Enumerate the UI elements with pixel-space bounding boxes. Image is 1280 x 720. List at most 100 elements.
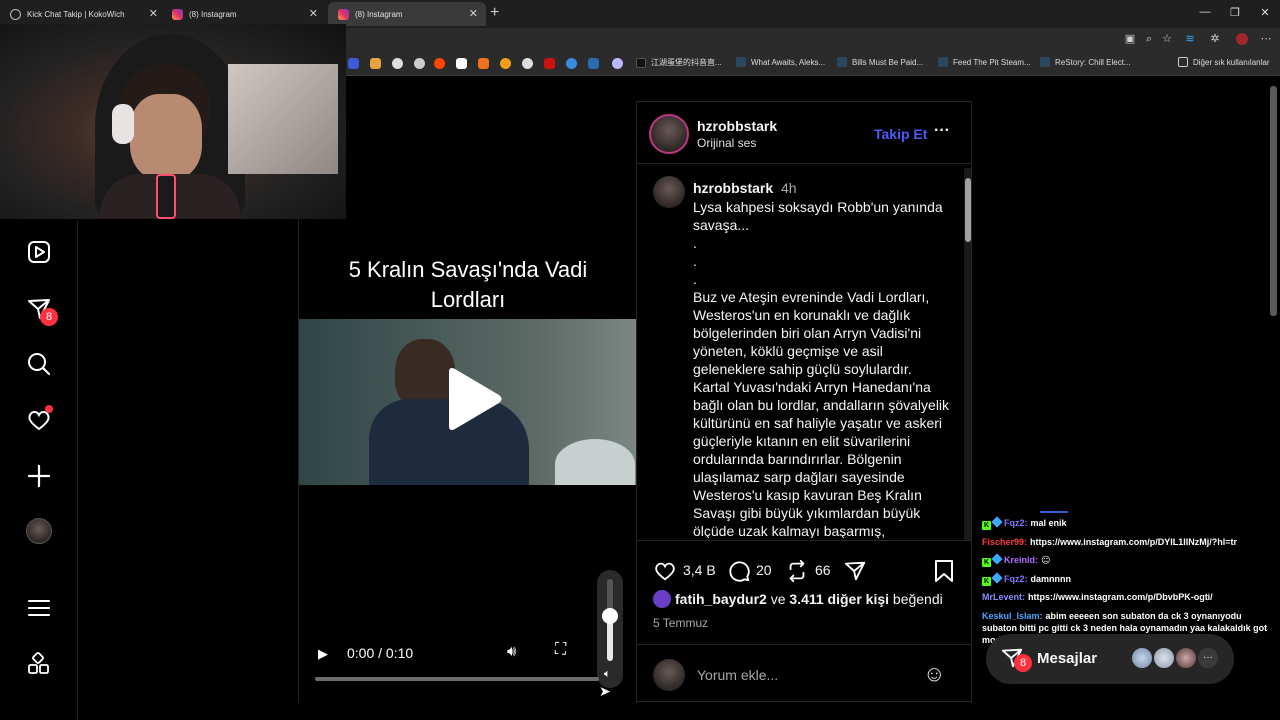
microphone — [156, 174, 176, 219]
new-tab-button[interactable]: + — [490, 4, 499, 22]
more-options-icon[interactable]: ··· — [934, 122, 950, 140]
chat-text: https://www.instagram.com/p/DbvbPK-ogti/ — [1028, 592, 1213, 602]
caption-avatar[interactable] — [653, 176, 685, 208]
bookmark-item[interactable]: 江湖蛋堡的抖音直... — [636, 57, 722, 68]
chat-username: Fqz2: — [1004, 574, 1028, 584]
comment-count[interactable]: 20 — [756, 562, 772, 578]
other-bookmarks-folder[interactable]: Diğer sık kullanılanlar — [1178, 57, 1269, 67]
close-tab-icon[interactable]: ✕ — [149, 7, 158, 20]
tab-label: (8) Instagram — [355, 9, 403, 19]
extension-icon[interactable]: ≋ — [1184, 33, 1196, 45]
chat-message: K Fqz2: damnnnn — [982, 572, 1278, 586]
play-icon[interactable]: ▶ — [318, 646, 328, 662]
instagram-icon — [172, 8, 183, 20]
bookmark-icon[interactable] — [392, 58, 403, 69]
bookmark-item[interactable]: What Awaits, Aleks... — [736, 57, 825, 67]
search-icon[interactable] — [26, 351, 52, 377]
like-heart-icon[interactable] — [653, 559, 677, 583]
follow-button[interactable]: Takip Et — [874, 126, 927, 142]
reels-icon[interactable] — [26, 239, 52, 265]
caption-scroll-thumb[interactable] — [965, 178, 971, 242]
bookmark-item[interactable]: Feed The Pit Steam... — [938, 57, 1031, 67]
app-icon[interactable]: ▣ — [1124, 33, 1136, 45]
messages-icon[interactable]: 8 — [26, 296, 58, 326]
bookmark-icon[interactable] — [522, 58, 533, 69]
video-title-overlay: 5 Kralın Savaşı'nda Vadi Lordları — [348, 257, 588, 312]
bookmark-icon[interactable] — [348, 58, 359, 69]
fullscreen-icon[interactable]: ⛶ — [555, 641, 566, 659]
volume-knob[interactable] — [602, 608, 618, 624]
bookmark-icon[interactable] — [500, 58, 511, 69]
browser-menu-icon[interactable]: ⋯ — [1260, 33, 1272, 45]
tab-instagram-2[interactable]: (8) Instagram ✕ — [328, 2, 486, 26]
caption-username[interactable]: hzrobbstark — [693, 180, 773, 196]
post-actions: 3,4 B 20 66 fatih_baydur2 ve 3.411 diğer… — [637, 540, 971, 644]
share-icon[interactable] — [843, 559, 867, 583]
bookmark-icon[interactable] — [478, 58, 489, 69]
bookmark-item[interactable]: ReStory: Chill Elect... — [1040, 57, 1131, 67]
bookmark-icon[interactable] — [544, 58, 555, 69]
create-icon[interactable] — [26, 463, 52, 489]
chat-username: MrLevent: — [982, 592, 1026, 602]
caption-header: hzrobbstark 4h — [693, 180, 797, 196]
sidebar-nav: 8 — [0, 220, 78, 720]
save-bookmark-icon[interactable] — [933, 559, 955, 583]
mouse-cursor: ➤ — [599, 683, 611, 699]
like-count[interactable]: 3,4 B — [683, 562, 716, 578]
close-tab-icon[interactable]: ✕ — [309, 7, 318, 20]
reddit-icon[interactable] — [434, 58, 445, 69]
post-header: hzrobbstark Orijinal ses Takip Et ··· — [637, 102, 971, 164]
chat-username: Keskul_Islam: — [982, 611, 1043, 621]
bookmark-icon[interactable] — [456, 58, 467, 69]
chat-avatar — [1130, 646, 1154, 670]
tab-kick-chat[interactable]: Kick Chat Takip | KokoWich ✕ — [0, 2, 166, 26]
comment-icon[interactable] — [727, 559, 751, 583]
restore-button[interactable]: ❐ — [1220, 6, 1250, 19]
chat-message: K Fqz2: mal enik — [982, 516, 1278, 530]
notifications-icon[interactable] — [26, 405, 53, 433]
page-scrollbar[interactable] — [1270, 86, 1277, 316]
profile-icon[interactable] — [1236, 33, 1248, 45]
zoom-icon[interactable]: ⌕ — [1143, 33, 1155, 45]
bookmark-item[interactable]: Bills Must Be Paid... — [837, 57, 923, 67]
bookmark-icon[interactable] — [588, 58, 599, 69]
author-username[interactable]: hzrobbstark — [697, 118, 777, 134]
caption-text: Lysa kahpesi soksaydı Robb'un yanında sa… — [693, 199, 950, 538]
globe-icon — [10, 8, 21, 20]
other-likers-link[interactable]: 3.411 diğer kişi — [789, 591, 889, 607]
speaker-icon[interactable]: 🔈︎ — [604, 668, 611, 681]
diamond-badge-icon — [991, 572, 1003, 584]
favorite-star-icon[interactable]: ☆ — [1161, 33, 1173, 45]
bookmark-icon[interactable] — [414, 58, 425, 69]
bookmark-icon[interactable] — [566, 58, 577, 69]
streamer-face — [130, 94, 202, 180]
apps-icon[interactable] — [26, 651, 52, 677]
kick-badge-icon: K — [982, 521, 991, 530]
repost-icon[interactable] — [785, 559, 809, 583]
minimize-button[interactable]: — — [1190, 6, 1220, 18]
folder-icon — [1178, 57, 1188, 67]
liker-avatar[interactable] — [653, 590, 671, 608]
close-tab-icon[interactable]: ✕ — [469, 7, 478, 20]
audio-label[interactable]: Orijinal ses — [697, 136, 756, 150]
emoji-icon[interactable]: ☺ — [923, 661, 945, 687]
progress-track[interactable] — [315, 677, 599, 681]
author-avatar[interactable] — [649, 114, 689, 154]
repost-count[interactable]: 66 — [815, 562, 831, 578]
bookmark-icon[interactable] — [370, 58, 381, 69]
menu-icon[interactable] — [26, 595, 52, 621]
steam-icon — [837, 57, 847, 67]
close-window-button[interactable]: ✕ — [1250, 6, 1280, 19]
volume-icon[interactable]: 🔊︎ — [507, 643, 516, 660]
bookmark-icon[interactable] — [612, 58, 623, 69]
play-overlay-icon[interactable] — [441, 366, 503, 432]
extensions-puzzle-icon[interactable]: ✲ — [1209, 33, 1221, 45]
diamond-badge-icon — [991, 516, 1003, 528]
messages-pill[interactable]: 8 Mesajlar ··· — [986, 634, 1234, 684]
comment-input[interactable]: Yorum ekle... — [697, 667, 778, 683]
reel-video-player[interactable]: 5 Kralın Savaşı'nda Vadi Lordları 🔈︎ ▶ 0… — [298, 101, 637, 702]
profile-avatar[interactable] — [26, 518, 52, 544]
chat-message: Fischer99: https://www.instagram.com/p/DY… — [982, 536, 1278, 548]
tab-instagram-1[interactable]: (8) Instagram ✕ — [162, 2, 326, 26]
liker-username[interactable]: fatih_baydur2 — [675, 591, 767, 607]
